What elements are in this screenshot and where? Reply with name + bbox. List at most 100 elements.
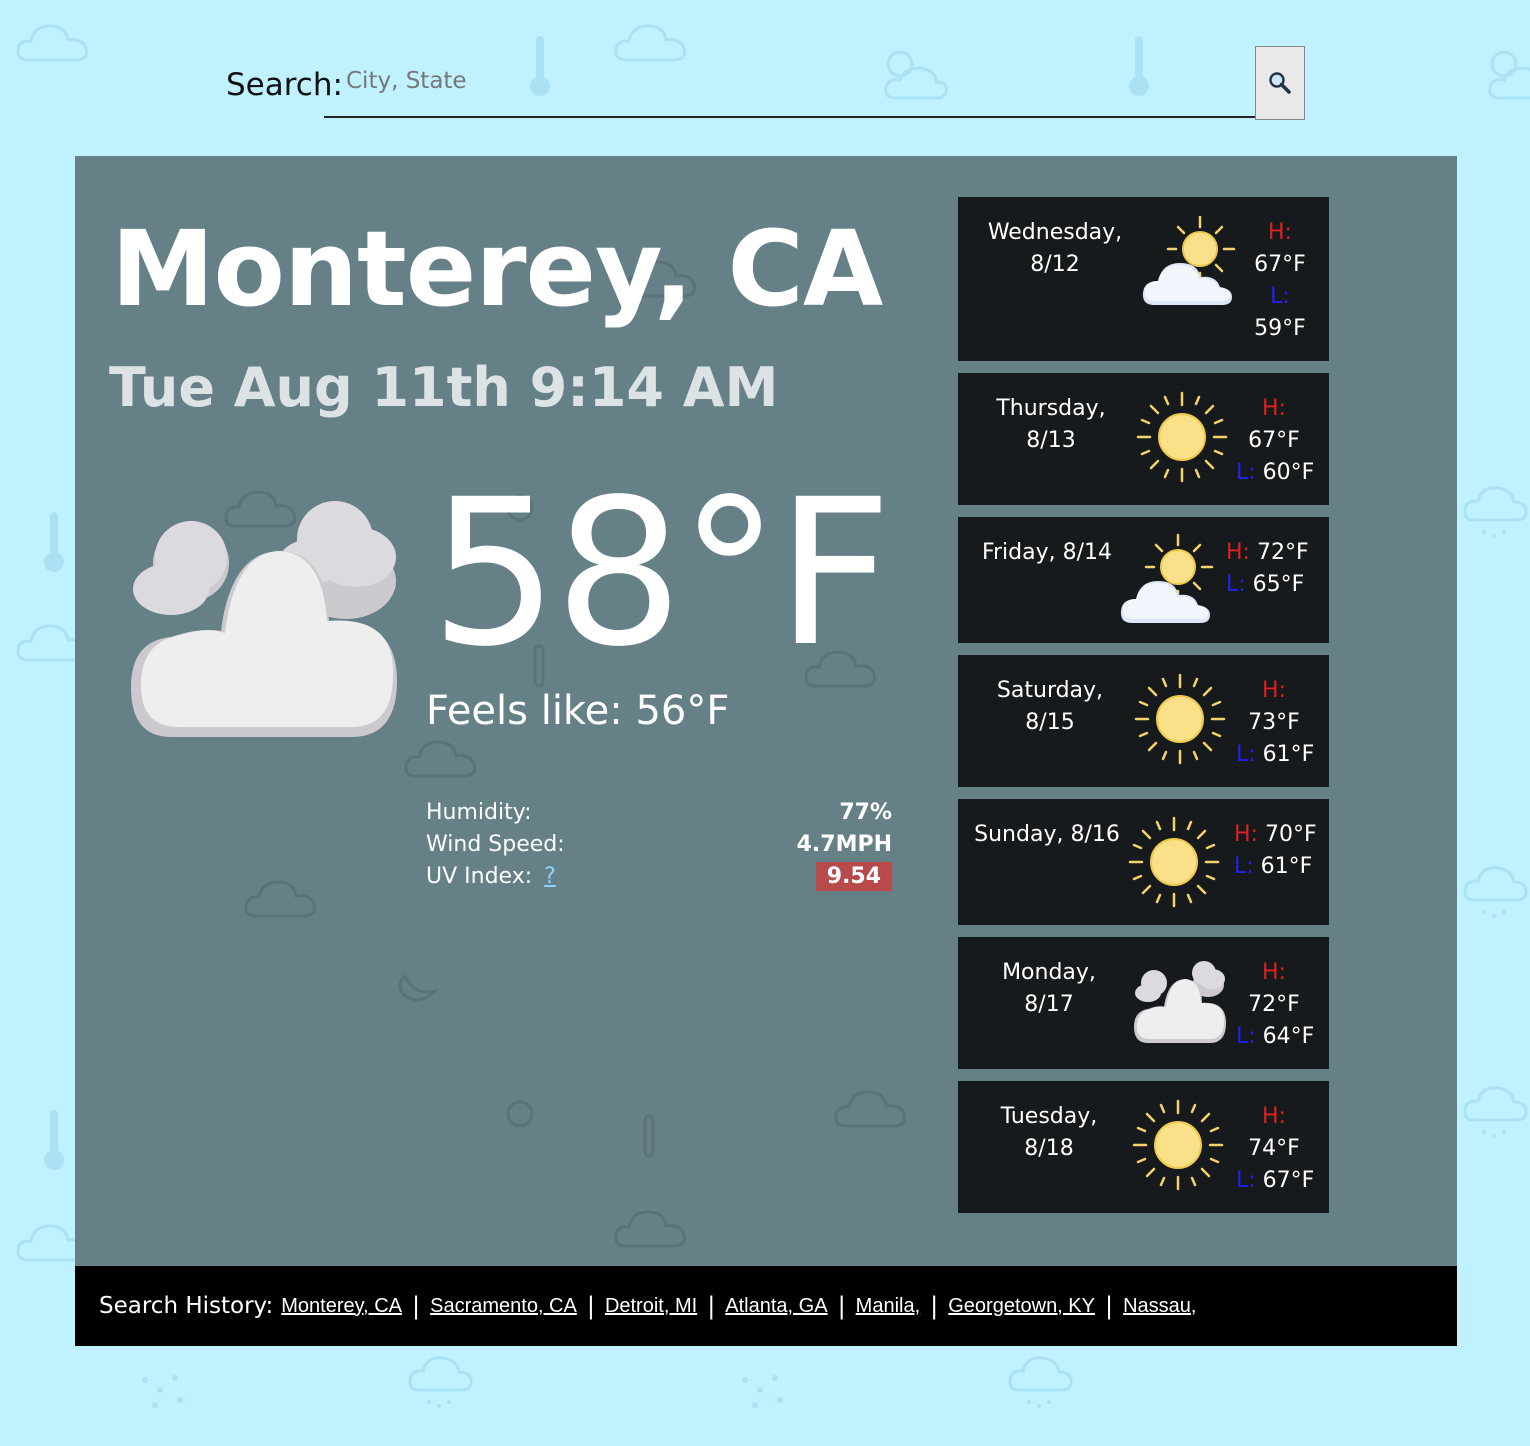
forecast-day: Tuesday, 8/18	[974, 1101, 1124, 1165]
humidity-label: Humidity:	[426, 799, 532, 825]
low-label: L:	[1236, 1024, 1256, 1049]
low-label: L:	[1270, 284, 1290, 309]
forecast-card: Tuesday, 8/18 H: 74°F L: 67°F	[958, 1081, 1329, 1213]
city-title: Monterey, CA	[111, 208, 883, 330]
sun-icon	[1128, 816, 1220, 908]
current-temperature: 58°F	[430, 455, 892, 691]
search-bar: Search:	[226, 46, 1305, 120]
high-label: H:	[1234, 822, 1258, 847]
high-temp: 72°F	[1256, 540, 1309, 565]
forecast-day-name: Thursday,	[996, 396, 1106, 421]
snow-dots-icon	[742, 1375, 783, 1408]
low-label: L:	[1236, 460, 1256, 485]
forecast-temps: H: 67°F L: 60°F	[1236, 393, 1314, 489]
search-history-bar: Search History: Monterey, CA | Sacrament…	[75, 1266, 1457, 1346]
forecast-day: Wednesday, 8/12	[980, 217, 1130, 281]
forecast-day-date: 8/12	[1030, 252, 1080, 277]
forecast-temps: H: 67°F L: 59°F	[1242, 217, 1318, 345]
forecast-day: Monday, 8/17	[974, 957, 1124, 1021]
history-link-sacramento[interactable]: Sacramento, CA	[430, 1295, 577, 1318]
forecast-card: Wednesday, 8/12 H: 67°F L: 59°F	[958, 197, 1329, 361]
partly-cloudy-icon	[1120, 533, 1214, 623]
forecast-day-date: 8/18	[1024, 1136, 1074, 1161]
forecast-day-name: Monday,	[1002, 960, 1096, 985]
sun-icon	[1136, 391, 1228, 483]
high-temp: 67°F	[1248, 428, 1300, 453]
sun-cloud-outline-icon	[1488, 50, 1530, 100]
forecast-day: Saturday, 8/15	[975, 675, 1125, 739]
history-separator: |	[837, 1292, 846, 1320]
uv-label: UV Index:	[426, 863, 533, 889]
sun-icon	[1134, 673, 1226, 765]
high-label: H:	[1262, 678, 1286, 703]
low-label: L:	[1236, 742, 1256, 767]
forecast-card: Sunday, 8/16 H: 70°F L: 61°F	[958, 799, 1329, 925]
low-temp: 61°F	[1260, 854, 1313, 879]
forecast-temps: H: 73°F L: 61°F	[1236, 675, 1315, 771]
forecast-card: Thursday, 8/13 H: 67°F L: 60°F	[958, 373, 1329, 505]
wind-value: 4.7MPH	[796, 831, 892, 857]
sun-icon	[1132, 1099, 1224, 1191]
rain-cloud-outline-icon	[1463, 866, 1528, 918]
search-input[interactable]	[324, 46, 1255, 118]
search-history-label: Search History:	[99, 1293, 274, 1319]
search-button[interactable]	[1255, 46, 1305, 120]
cloudy-icon	[131, 501, 397, 737]
search-label: Search:	[226, 67, 343, 103]
forecast-temps: H: 70°F L: 61°F	[1234, 819, 1324, 883]
forecast-temps: H: 72°F L: 65°F	[1226, 537, 1316, 601]
history-link-georgetown[interactable]: Georgetown, KY	[948, 1295, 1095, 1318]
forecast-temps: H: 72°F L: 64°F	[1236, 957, 1315, 1053]
forecast-day: Sunday, 8/16	[972, 819, 1122, 851]
high-temp: 70°F	[1264, 822, 1317, 847]
history-link-atlanta[interactable]: Atlanta, GA	[725, 1295, 827, 1318]
history-link-manila[interactable]: Manila,	[856, 1295, 920, 1318]
current-datetime: Tue Aug 11th 9:14 AM	[109, 356, 779, 419]
high-label: H:	[1268, 220, 1292, 245]
low-temp: 64°F	[1262, 1024, 1315, 1049]
uv-label-group: UV Index:?	[426, 864, 556, 889]
forecast-day-date: 8/15	[1025, 710, 1075, 735]
wind-row: Wind Speed: 4.7MPH	[426, 828, 892, 860]
wind-label: Wind Speed:	[426, 831, 565, 857]
uv-badge: 9.54	[815, 861, 892, 891]
history-separator: |	[930, 1292, 939, 1320]
humidity-value: 77%	[839, 799, 892, 825]
forecast-card: Friday, 8/14 H: 72°F L: 65°F	[958, 517, 1329, 643]
low-temp: 67°F	[1262, 1168, 1315, 1193]
history-separator: |	[412, 1292, 421, 1320]
forecast-card: Monday, 8/17 H: 72°F L: 64°F	[958, 937, 1329, 1069]
forecast-day-date: 8/17	[1024, 992, 1074, 1017]
forecast-day: Thursday, 8/13	[976, 393, 1126, 457]
low-label: L:	[1226, 572, 1246, 597]
history-link-nassau[interactable]: Nassau,	[1123, 1295, 1196, 1318]
history-separator: |	[707, 1292, 716, 1320]
high-label: H:	[1226, 540, 1250, 565]
history-separator: |	[586, 1292, 595, 1320]
low-temp: 61°F	[1262, 742, 1315, 767]
uv-help-link[interactable]: ?	[544, 864, 556, 889]
thermometer-icon	[44, 1110, 64, 1170]
high-label: H:	[1262, 396, 1286, 421]
magnifier-icon	[1269, 72, 1291, 94]
rain-cloud-outline-icon	[1463, 1086, 1528, 1138]
uv-row: UV Index:? 9.54	[426, 860, 892, 892]
current-stats: Humidity: 77% Wind Speed: 4.7MPH UV Inde…	[426, 796, 892, 892]
high-temp: 73°F	[1248, 710, 1300, 735]
history-separator: |	[1104, 1292, 1114, 1320]
forecast-day-name: Friday, 8/14	[981, 540, 1113, 565]
high-temp: 74°F	[1248, 1136, 1300, 1161]
thermometer-icon	[44, 512, 64, 572]
partly-cloudy-icon	[1142, 215, 1236, 305]
cloudy-icon	[1134, 961, 1226, 1043]
history-link-monterey[interactable]: Monterey, CA	[281, 1295, 402, 1318]
forecast-day-name: Saturday,	[996, 678, 1104, 703]
rain-cloud-outline-icon	[408, 1356, 473, 1408]
forecast-day-name: Tuesday,	[1000, 1104, 1098, 1129]
snow-dots-icon	[142, 1375, 183, 1408]
forecast-day-name: Wednesday,	[987, 220, 1123, 245]
low-temp: 65°F	[1252, 572, 1305, 597]
forecast-day-date: 8/13	[1026, 428, 1076, 453]
low-temp: 59°F	[1254, 316, 1306, 341]
history-link-detroit[interactable]: Detroit, MI	[605, 1295, 697, 1318]
